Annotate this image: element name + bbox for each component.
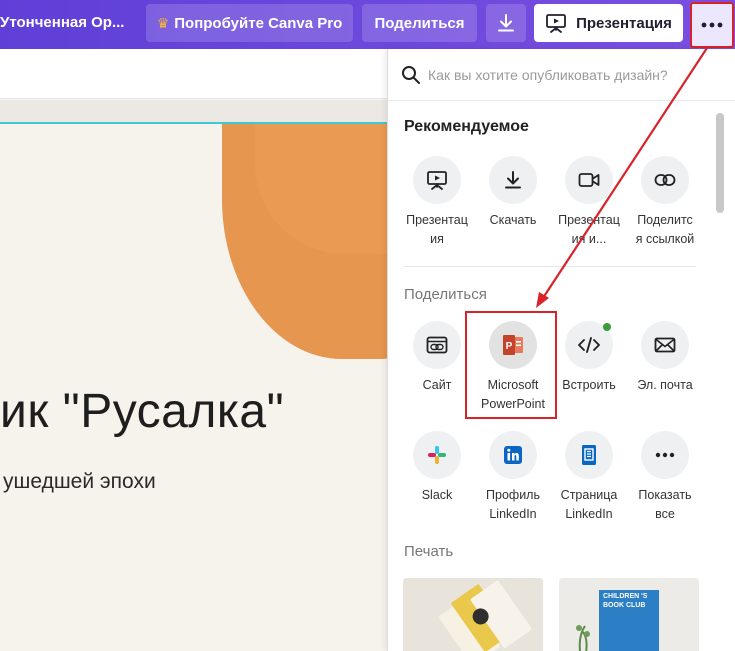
more-options-button[interactable] — [690, 2, 734, 48]
crown-icon: ♛ — [156, 14, 170, 31]
share-button[interactable]: Поделиться — [362, 4, 477, 42]
print-section-title: Печать — [404, 543, 454, 560]
print-card-business-cards[interactable] — [403, 578, 543, 651]
scrollbar-thumb[interactable] — [716, 113, 724, 213]
more-dots-icon — [655, 452, 675, 458]
option-circle — [489, 431, 537, 479]
poster-image — [559, 578, 699, 651]
document-title[interactable]: Утонченная Ор... — [0, 14, 124, 31]
new-indicator-dot — [603, 323, 611, 331]
present-button-label: Презентация — [576, 14, 672, 32]
try-canva-pro-label: Попробуйте Canva Pro — [174, 14, 343, 32]
option-circle — [489, 156, 537, 204]
presentation-icon — [546, 14, 566, 33]
business-cards-image — [403, 578, 543, 651]
share-button-label: Поделиться — [374, 14, 465, 32]
share-section-title: Поделиться — [404, 286, 487, 303]
option-label: Презентац — [558, 213, 620, 227]
option-presentation[interactable]: Презентац ия — [397, 156, 477, 249]
search-icon — [402, 66, 420, 84]
option-email[interactable]: Эл. почта — [625, 321, 705, 395]
option-circle — [413, 156, 461, 204]
slack-icon — [428, 446, 446, 464]
option-circle — [413, 321, 461, 369]
option-label: LinkedIn — [565, 507, 613, 521]
share-search — [388, 49, 735, 101]
option-label: Презентац — [406, 213, 468, 227]
option-share-link[interactable]: Поделитс я ссылкой — [625, 156, 705, 249]
option-show-all[interactable]: Показать все — [625, 431, 705, 524]
linkedin-page-icon — [582, 445, 596, 465]
download-icon — [498, 14, 514, 32]
option-embed[interactable]: Встроить — [549, 321, 629, 395]
website-icon — [426, 336, 448, 354]
editor-toolbar — [0, 49, 390, 99]
option-label: я ссылкой — [635, 232, 695, 246]
top-bar: Утонченная Ор... ♛ Попробуйте Canva Pro … — [0, 0, 735, 49]
option-presentation-video[interactable]: Презентац ия и... — [549, 156, 629, 249]
option-label: Эл. почта — [637, 378, 693, 392]
embed-icon — [578, 337, 600, 353]
option-circle — [641, 321, 689, 369]
share-search-input[interactable] — [428, 61, 728, 89]
option-label: Показать — [638, 488, 692, 502]
more-dots-icon — [701, 22, 723, 28]
option-slack[interactable]: Slack — [397, 431, 477, 505]
option-label: Скачать — [489, 213, 537, 227]
option-download[interactable]: Скачать — [473, 156, 553, 230]
poster-title-line2: BOOK CLUB — [603, 602, 646, 609]
option-label: Профиль — [486, 488, 540, 502]
option-label: ия — [430, 232, 444, 246]
panel-scrollbar[interactable] — [716, 109, 724, 649]
option-label: ия и... — [571, 232, 607, 246]
option-label: Поделитс — [637, 213, 693, 227]
recommended-section-title: Рекомендуемое — [404, 118, 529, 135]
design-headline[interactable]: ик "Русалка" — [0, 384, 284, 439]
design-subheadline[interactable]: ушедшей эпохи — [3, 470, 156, 494]
poster-title-line1: CHILDREN 'S — [603, 593, 648, 600]
design-page[interactable]: ик "Русалка" ушедшей эпохи — [0, 122, 390, 651]
option-label: Страница — [560, 488, 618, 502]
email-icon — [654, 337, 676, 353]
option-label: LinkedIn — [489, 507, 537, 521]
option-circle — [565, 431, 613, 479]
download-button[interactable] — [486, 4, 526, 42]
option-circle — [641, 156, 689, 204]
option-label: Сайт — [422, 378, 452, 392]
option-label: Встроить — [562, 378, 616, 392]
option-linkedin-page[interactable]: Страница LinkedIn — [549, 431, 629, 524]
link-icon — [654, 174, 676, 186]
option-circle — [413, 431, 461, 479]
option-circle — [565, 321, 613, 369]
section-divider — [404, 266, 696, 267]
present-button[interactable]: Презентация — [534, 4, 683, 42]
print-card-book-club-poster[interactable]: CHILDREN 'S BOOK CLUB — [559, 578, 699, 651]
download-icon — [505, 171, 521, 189]
design-canvas[interactable]: ик "Русалка" ушедшей эпохи — [0, 100, 390, 651]
option-circle — [641, 431, 689, 479]
video-camera-icon — [578, 173, 600, 187]
share-panel: Рекомендуемое Презентац ия Скачать Презен… — [387, 49, 735, 651]
presentation-icon — [427, 171, 447, 190]
option-label: Slack — [421, 488, 453, 502]
option-circle — [565, 156, 613, 204]
option-linkedin-profile[interactable]: Профиль LinkedIn — [473, 431, 553, 524]
option-label: все — [655, 507, 675, 521]
linkedin-icon — [504, 446, 522, 464]
powerpoint-highlight-box — [465, 311, 557, 419]
try-canva-pro-button[interactable]: ♛ Попробуйте Canva Pro — [146, 4, 353, 42]
